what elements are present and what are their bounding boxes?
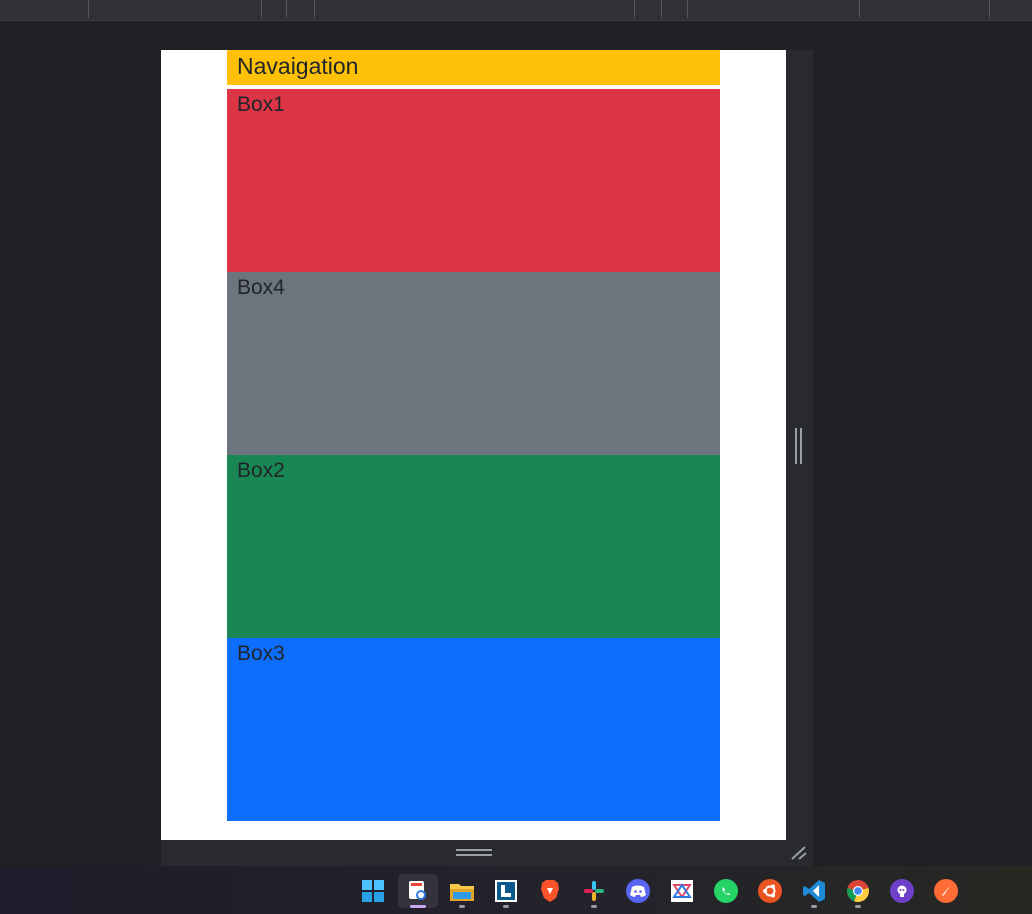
box-label: Box2 [237,459,285,482]
box-label: Box4 [237,276,285,299]
viewport-corner-resize-handle[interactable] [789,844,809,862]
snipping-tool-icon[interactable] [398,874,438,908]
responsive-viewport: Navaigation Box1 Box4 Box2 Box3 [161,50,813,866]
windows-start-icon[interactable] [353,874,393,908]
box1-section: Box1 [227,89,720,272]
toolbar-divider [661,0,662,18]
brave-browser-icon[interactable] [530,874,570,908]
toolbar-divider [314,0,315,18]
slack-icon[interactable] [574,874,614,908]
navigation-label: Navaigation [237,53,359,79]
windows-taskbar [0,866,1032,914]
toolbar-divider [989,0,990,18]
discord-icon[interactable] [618,874,658,908]
box-label: Box3 [237,642,285,665]
ubuntu-icon[interactable] [750,874,790,908]
page-container: Navaigation Box1 Box4 Box2 Box3 [227,50,720,821]
file-explorer-icon[interactable] [442,874,482,908]
github-desktop-icon[interactable] [882,874,922,908]
viewport-width-resize-handle[interactable] [794,428,804,464]
postman-icon[interactable] [926,874,966,908]
viewport-height-resize-handle[interactable] [456,847,492,857]
toolbar-divider [286,0,287,18]
toolbar-divider [634,0,635,18]
box3-section: Box3 [227,638,720,821]
box-label: Box1 [237,93,285,116]
vscode-icon[interactable] [794,874,834,908]
box2-section: Box2 [227,455,720,638]
navigation-bar: Navaigation [227,50,720,85]
toolbar-divider [687,0,688,18]
page-canvas: Navaigation Box1 Box4 Box2 Box3 [161,50,786,840]
box4-section: Box4 [227,272,720,455]
notes-app-icon[interactable] [486,874,526,908]
toolbar-divider [859,0,860,18]
whatsapp-icon[interactable] [706,874,746,908]
devtools-toolbar [0,0,1032,21]
toolbar-divider [261,0,262,18]
paint-icon[interactable] [662,874,702,908]
toolbar-divider [88,0,89,18]
chrome-icon[interactable] [838,874,878,908]
